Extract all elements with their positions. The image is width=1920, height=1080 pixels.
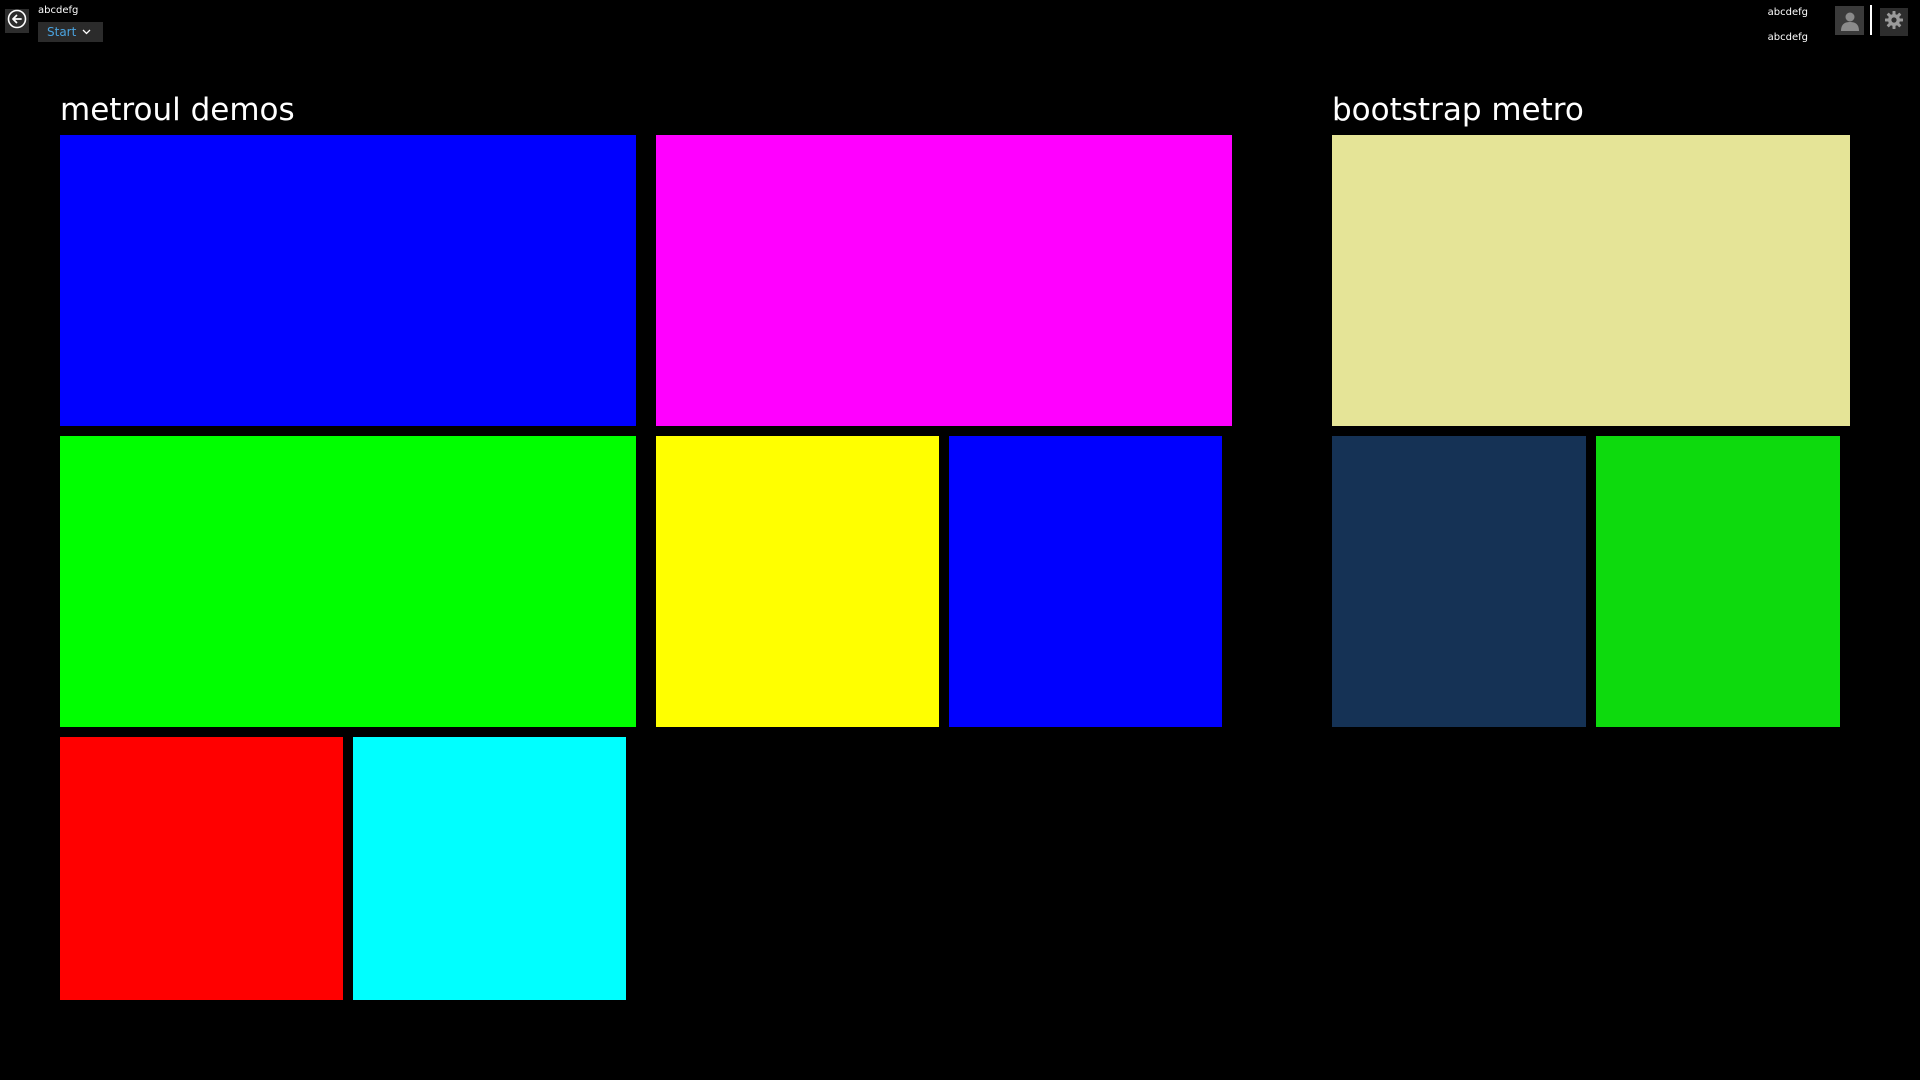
nav-dropdown[interactable]: Start: [38, 22, 103, 42]
chevron-down-icon: [82, 29, 91, 35]
tile-metroul-2[interactable]: [656, 135, 1232, 426]
back-arrow-icon: [7, 9, 27, 33]
tile-metroul-3[interactable]: [60, 436, 636, 727]
user-avatar[interactable]: [1835, 6, 1864, 35]
app-title: abcdefg: [38, 5, 79, 16]
user-icon: [1839, 9, 1861, 35]
tile-metroul-5[interactable]: [949, 436, 1222, 727]
tile-metroul-4[interactable]: [656, 436, 939, 727]
tile-metroul-7[interactable]: [353, 737, 626, 1000]
tile-bootstrap-2[interactable]: [1332, 436, 1586, 727]
start-screen: abcdefg Start abcdefg abcdefg metroul de…: [0, 0, 1920, 1080]
settings-button[interactable]: [1880, 8, 1908, 36]
group-title-metroul-demos: metroul demos: [60, 92, 295, 128]
tile-metroul-6[interactable]: [60, 737, 343, 1000]
header-divider: [1870, 5, 1872, 35]
group-title-bootstrap-metro: bootstrap metro: [1332, 92, 1584, 128]
tile-bootstrap-1[interactable]: [1332, 135, 1850, 426]
tile-bootstrap-3[interactable]: [1596, 436, 1840, 727]
nav-dropdown-label: Start: [47, 25, 77, 39]
user-last-name: abcdefg: [1767, 32, 1808, 43]
gear-icon: [1884, 10, 1904, 34]
back-button[interactable]: [5, 9, 29, 33]
tile-metroul-1[interactable]: [60, 135, 636, 426]
user-first-name: abcdefg: [1767, 7, 1808, 18]
